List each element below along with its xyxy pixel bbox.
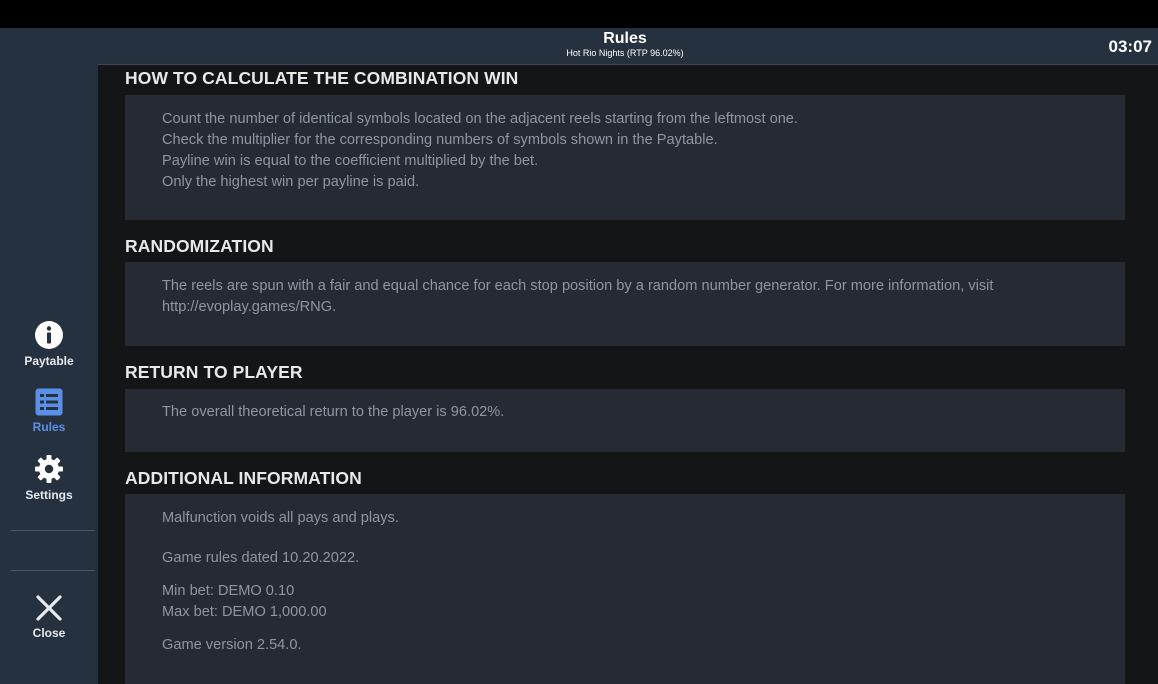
- top-black-bar: [0, 0, 1158, 28]
- panel-randomization: The reels are spun with a fair and equal…: [125, 262, 1125, 346]
- close-label: Close: [32, 626, 66, 640]
- rules-button[interactable]: Rules: [0, 388, 98, 434]
- section-title-rtp: RETURN TO PLAYER: [125, 362, 303, 382]
- settings-button[interactable]: Settings: [0, 454, 98, 502]
- panel-combination: Count the number of identical symbols lo…: [125, 95, 1125, 220]
- combination-line: Only the highest win per payline is paid…: [162, 174, 420, 190]
- sidebar-divider: [11, 530, 95, 531]
- combination-line: Check the multiplier for the correspondi…: [162, 132, 718, 148]
- game-version-text: Game version 2.54.0.: [162, 637, 302, 653]
- page-title: Rules: [603, 30, 647, 47]
- rules-dated-text: Game rules dated 10.20.2022.: [162, 550, 360, 566]
- clock: 03:07: [1108, 37, 1152, 56]
- close-icon: [36, 595, 62, 621]
- info-icon: [35, 321, 63, 349]
- panel-additional: Malfunction voids all pays and plays. Ga…: [125, 494, 1125, 684]
- panel-rtp: The overall theoretical return to the pl…: [125, 389, 1125, 452]
- randomization-text: The reels are spun with a fair and equal…: [162, 278, 994, 315]
- gear-icon: [35, 455, 63, 483]
- section-title-combination: HOW TO CALCULATE THE COMBINATION WIN: [125, 68, 519, 88]
- sidebar: Paytable Rules Settings Close: [0, 28, 98, 684]
- section-title-randomization: RANDOMIZATION: [125, 236, 274, 256]
- section-title-additional: ADDITIONAL INFORMATION: [125, 468, 362, 488]
- paytable-button[interactable]: Paytable: [0, 320, 98, 368]
- header: Rules Hot Rio Nights (RTP 96.02%) 03:07: [98, 28, 1158, 65]
- game-subtitle: Hot Rio Nights (RTP 96.02%): [566, 48, 684, 58]
- close-button[interactable]: Close: [0, 594, 98, 640]
- rules-label: Rules: [32, 420, 66, 434]
- malfunction-text: Malfunction voids all pays and plays.: [162, 510, 399, 526]
- combination-line: Payline win is equal to the coefficient …: [162, 153, 539, 169]
- settings-label: Settings: [25, 488, 73, 502]
- rtp-text: The overall theoretical return to the pl…: [162, 404, 505, 420]
- rules-content[interactable]: HOW TO CALCULATE THE COMBINATION WIN Cou…: [98, 65, 1158, 684]
- paytable-label: Paytable: [24, 354, 74, 368]
- sidebar-divider: [11, 570, 95, 571]
- min-bet-text: Min bet: DEMO 0.10: [162, 583, 295, 599]
- list-icon: [35, 388, 63, 416]
- combination-line: Count the number of identical symbols lo…: [162, 111, 798, 127]
- max-bet-text: Max bet: DEMO 1,000.00: [162, 604, 327, 620]
